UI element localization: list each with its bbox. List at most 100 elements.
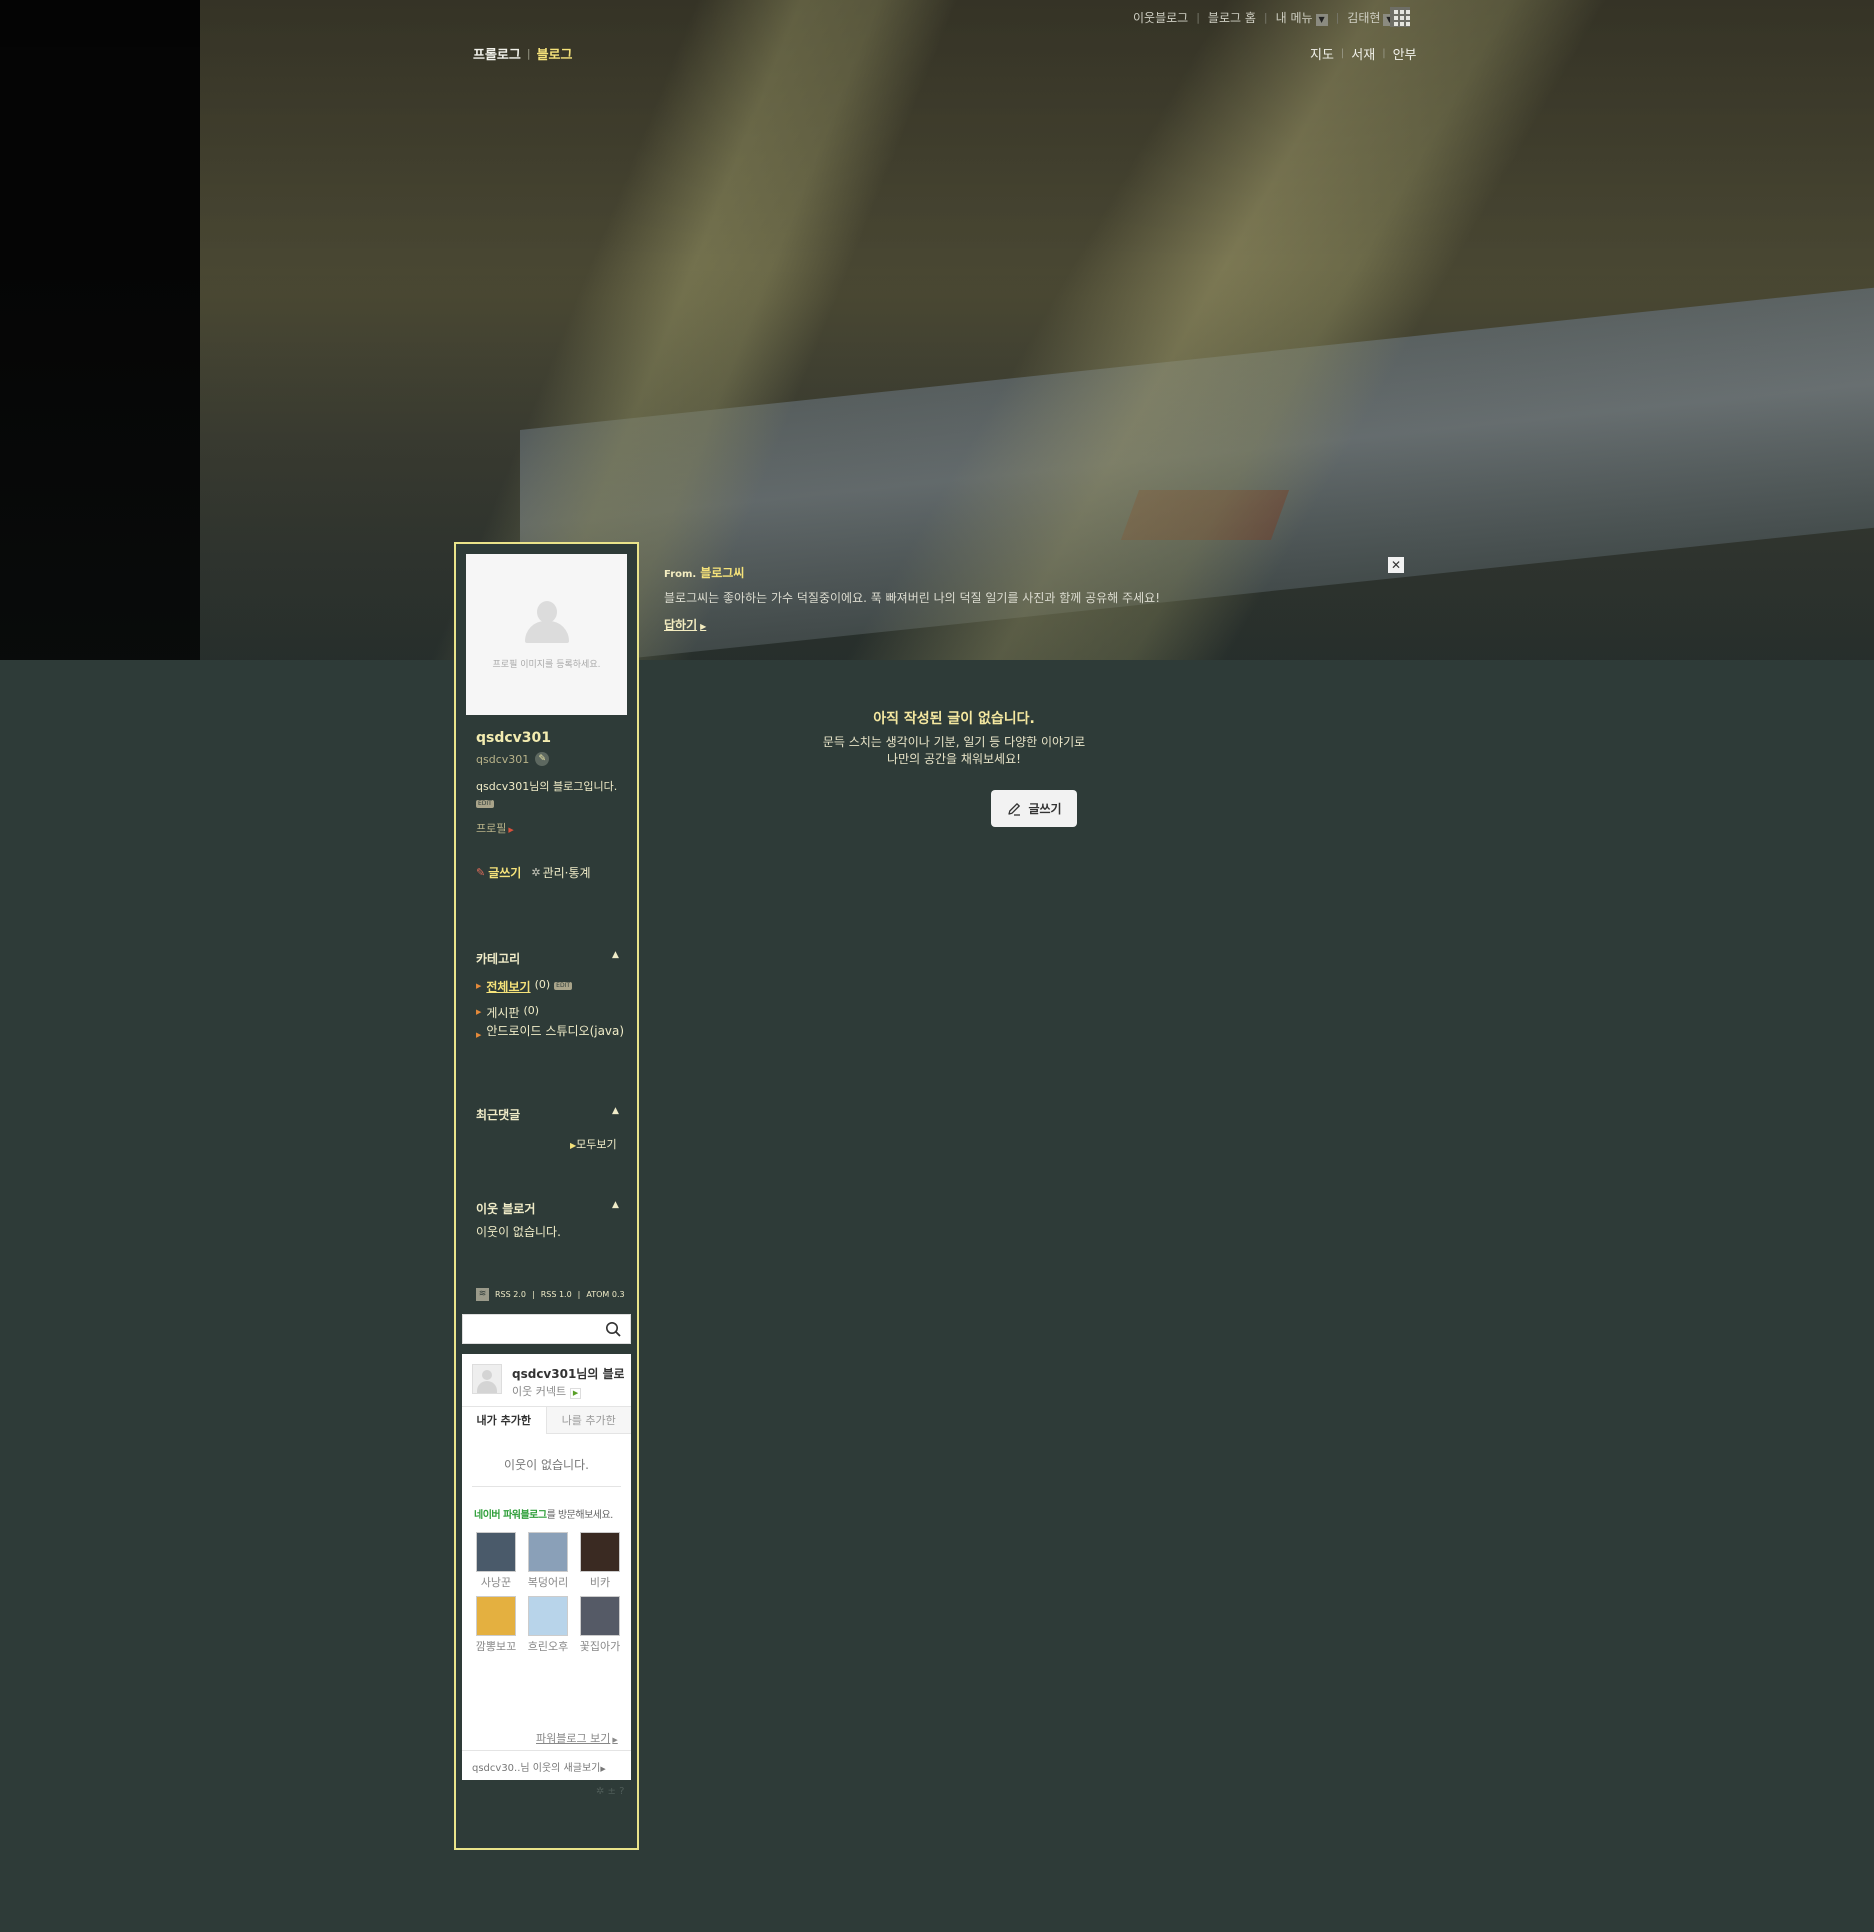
see-all-comments-link[interactable]: ▶모두보기	[570, 1136, 617, 1152]
rss-links: ≋ RSS 2.0 | RSS 1.0 | ATOM 0.3	[476, 1288, 625, 1301]
blog-question-notice: From. 블로그씨 블로그씨는 좋아하는 가수 덕질중이에요. 푹 빠져버린 나…	[664, 564, 1404, 633]
neighbor-bloggers-title: 이웃 블로거	[476, 1202, 536, 1216]
empty-state-description: 문득 스치는 생각이나 기분, 일기 등 다양한 이야기로 나만의 공간을 채워…	[0, 734, 1874, 768]
chevron-up-icon[interactable]: ▲	[612, 1106, 619, 1116]
power-blog-item[interactable]: 꽃집아가	[576, 1596, 624, 1654]
menu-map[interactable]: 지도	[1310, 44, 1334, 63]
divider: |	[531, 1290, 535, 1299]
gear-icon: ✲	[531, 866, 541, 879]
search-box	[462, 1314, 631, 1344]
arrow-right-icon: ▶	[700, 622, 707, 631]
arrow-right-icon: ▶	[570, 1388, 582, 1399]
power-blog-thumbnail	[580, 1596, 620, 1636]
chevron-up-icon[interactable]: ▲	[612, 1200, 619, 1210]
power-blog-thumbnail	[476, 1532, 516, 1572]
power-blog-grid: 사낭꾼 복덩어리 비카 깜뽕보꼬 흐린오후 꽃집아가	[472, 1532, 622, 1654]
divider: |	[526, 47, 531, 60]
power-blog-thumbnail	[580, 1532, 620, 1572]
divider	[472, 1486, 621, 1487]
write-post-button[interactable]: 글쓰기	[991, 790, 1077, 827]
category-label: 게시판	[486, 1006, 520, 1020]
power-blog-thumbnail	[528, 1596, 568, 1636]
write-link[interactable]: 글쓰기	[488, 864, 521, 881]
header-background-image	[0, 0, 1874, 660]
power-blog-name: 깜뽕보꼬	[475, 1640, 517, 1653]
power-blog-name: 비카	[589, 1576, 611, 1589]
category-item-board[interactable]: ▶ 게시판 (0)	[476, 1004, 539, 1021]
category-item-all[interactable]: ▶ 전체보기 (0) EDIT	[476, 978, 573, 995]
write-button-label: 글쓰기	[1028, 802, 1062, 816]
rss20-link[interactable]: RSS 2.0	[495, 1290, 526, 1299]
profile-link-label: 프로필	[476, 822, 507, 835]
blog-menu-right: 지도 | 서재 | 안부	[1310, 44, 1417, 63]
profile-image[interactable]: 프로필 이미지를 등록하세요.	[466, 554, 627, 715]
divider: |	[1196, 11, 1200, 24]
chevron-up-icon[interactable]: ▲	[612, 950, 619, 960]
close-icon[interactable]: ✕	[1388, 557, 1404, 573]
from-name: 블로그씨	[700, 566, 745, 580]
grid-icon[interactable]	[1390, 7, 1410, 27]
power-blog-item[interactable]: 복덩어리	[524, 1532, 572, 1590]
menu-prologue[interactable]: 프롤로그	[473, 44, 521, 63]
arrow-right-icon: ▶	[612, 1736, 618, 1744]
my-menu-label: 내 메뉴	[1275, 11, 1313, 25]
notice-message: 블로그씨는 좋아하는 가수 덕질중이에요. 푹 빠져버린 나의 덕질 일기를 사…	[664, 591, 1161, 605]
chevron-down-icon[interactable]: ▼	[1315, 14, 1328, 26]
menu-blog[interactable]: 블로그	[537, 44, 573, 63]
atom-link[interactable]: ATOM 0.3	[586, 1290, 624, 1299]
power-blog-more-link[interactable]: 파워블로그 보기 ▶	[536, 1730, 618, 1746]
neighbor-widget: qsdcv301님의 블로그 이웃 커넥트 ▶ 내가 추가한 나를 추가한 이웃이…	[462, 1354, 631, 1780]
blog-intro: qsdcv301님의 블로그입니다. EDIT	[476, 778, 626, 812]
power-blog-message: 네이버 파워블로그를 방문해보세요.	[474, 1506, 613, 1521]
gnb-user-menu[interactable]: 김태현▼	[1347, 9, 1396, 26]
neighbor-connect-link[interactable]: 이웃 커넥트 ▶	[512, 1383, 582, 1399]
menu-guestbook[interactable]: 안부	[1393, 44, 1417, 63]
intro-text: qsdcv301님의 블로그입니다.	[476, 780, 618, 793]
triangle-bullet-icon: ▶	[476, 982, 482, 990]
gnb-blog-home-link[interactable]: 블로그 홈	[1208, 9, 1256, 26]
manage-stats-link[interactable]: 관리·통계	[543, 864, 591, 881]
neighbor-new-posts-link[interactable]: qsdcv30..님 이웃의 새글보기▶	[462, 1750, 631, 1780]
power-blog-brand: 네이버 파워블로그	[474, 1510, 547, 1521]
from-label: From.	[664, 569, 697, 580]
category-count: (0)	[534, 978, 551, 991]
search-input[interactable]	[463, 1315, 599, 1343]
divider: |	[1382, 48, 1386, 59]
category-label: 안드로이드 스튜디오(java)	[486, 1024, 625, 1038]
rss-icon: ≋	[476, 1288, 489, 1301]
search-icon[interactable]	[605, 1321, 621, 1337]
divider: |	[577, 1290, 581, 1299]
pencil-icon: ✎	[476, 866, 486, 879]
power-blog-item[interactable]: 비카	[576, 1532, 624, 1590]
connect-label: 이웃 커넥트	[512, 1385, 567, 1398]
avatar	[472, 1364, 502, 1394]
hero-shade	[0, 0, 1874, 660]
power-blog-thumbnail	[528, 1532, 568, 1572]
widget-title: qsdcv301님의 블로그	[512, 1367, 624, 1381]
gnb-my-menu[interactable]: 내 메뉴 ▼	[1276, 9, 1328, 26]
power-blog-item[interactable]: 흐린오후	[524, 1596, 572, 1654]
widget-settings-icons[interactable]: ✲ ± ?	[596, 1786, 624, 1797]
arrow-right-icon: ▶	[600, 1765, 606, 1773]
profile-link[interactable]: 프로필 ▶	[476, 820, 514, 836]
tab-added-by-me[interactable]: 내가 추가한	[462, 1407, 547, 1434]
power-blog-item[interactable]: 사낭꾼	[472, 1532, 520, 1590]
category-item-android[interactable]: ▶ 안드로이드 스튜디오(java)	[476, 1024, 626, 1042]
divider: |	[1340, 48, 1345, 59]
person-icon	[523, 601, 571, 643]
gnb-neighbor-blog-link[interactable]: 이웃블로그	[1133, 9, 1188, 26]
power-blog-thumbnail	[476, 1596, 516, 1636]
rss10-link[interactable]: RSS 1.0	[541, 1290, 572, 1299]
triangle-bullet-icon: ▶	[476, 1031, 482, 1039]
edit-intro-button[interactable]: EDIT	[476, 800, 494, 808]
menu-library[interactable]: 서재	[1351, 44, 1375, 63]
power-blog-item[interactable]: 깜뽕보꼬	[472, 1596, 520, 1654]
pencil-icon	[1008, 802, 1021, 816]
widget-empty-text: 이웃이 없습니다.	[504, 1458, 589, 1472]
edit-category-button[interactable]: EDIT	[554, 982, 573, 990]
category-title: 카테고리	[476, 952, 521, 966]
reply-link[interactable]: 답하기 ▶	[664, 616, 706, 633]
category-count: (0)	[523, 1004, 540, 1017]
arrow-right-icon: ▶	[508, 826, 514, 834]
tab-added-me[interactable]: 나를 추가한	[546, 1407, 631, 1434]
